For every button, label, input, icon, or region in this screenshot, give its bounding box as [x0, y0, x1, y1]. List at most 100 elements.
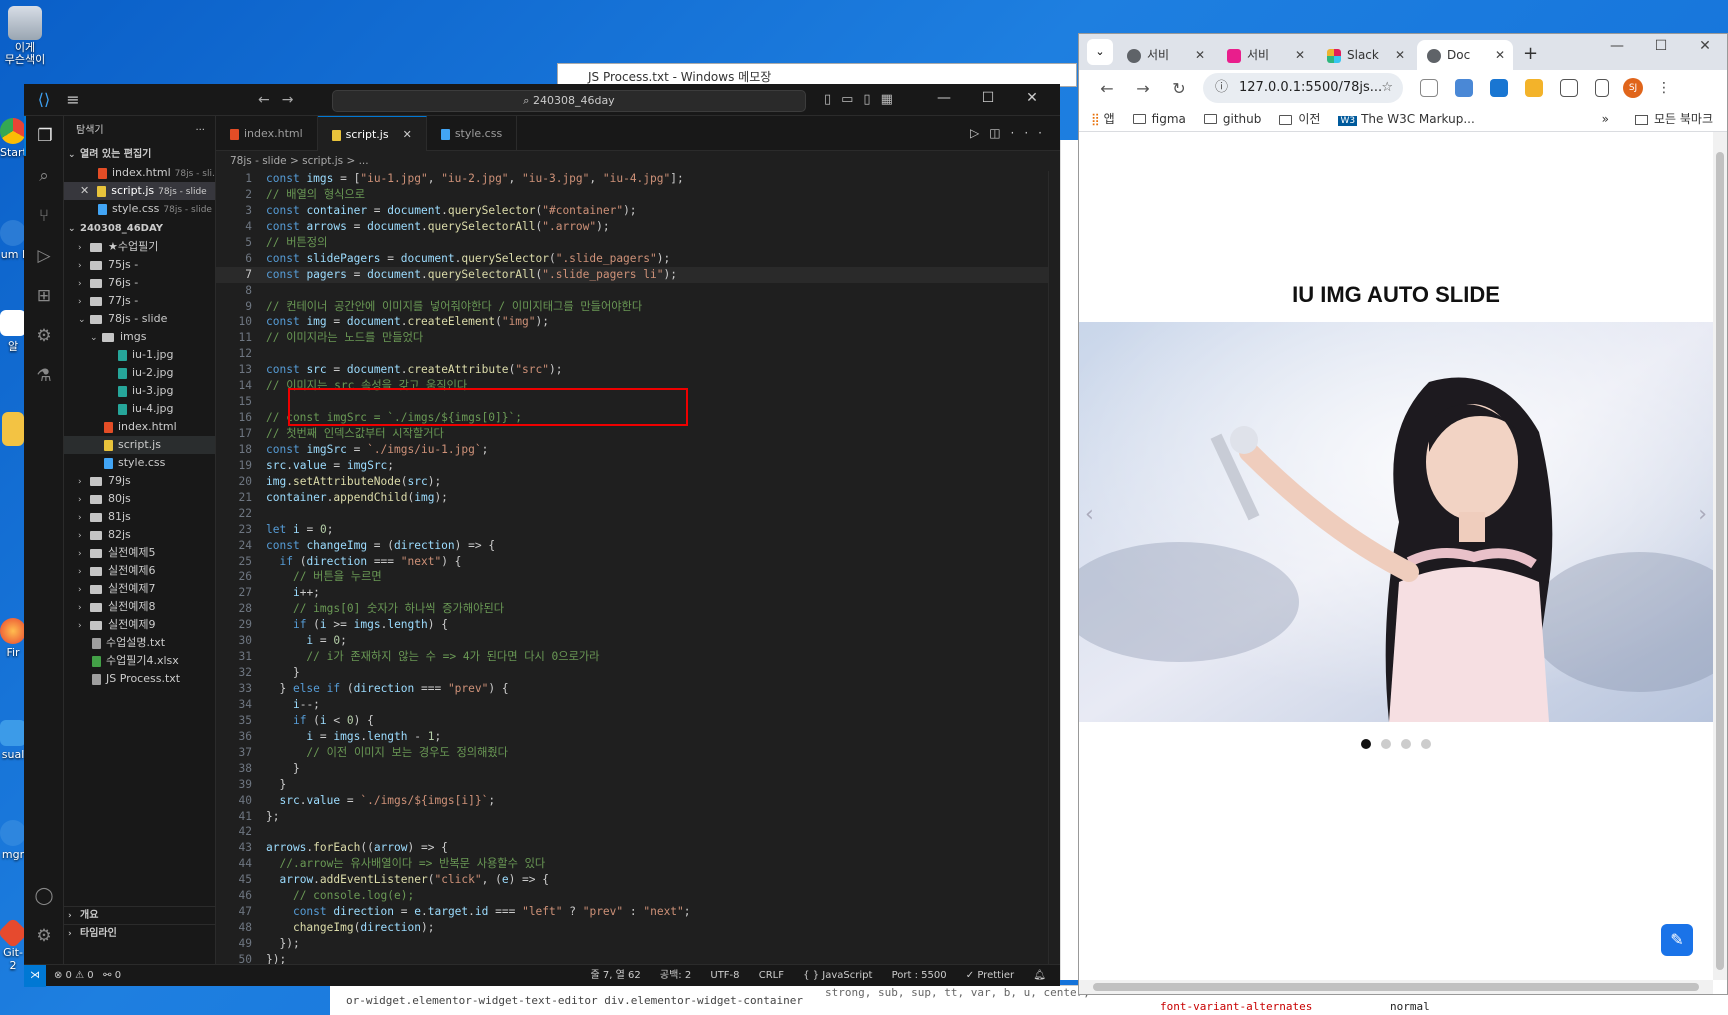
tree-folder[interactable]: › 실전예제5	[64, 544, 215, 562]
tab-close-icon[interactable]: ✕	[1295, 40, 1305, 70]
back-arrow-icon[interactable]: ←	[258, 92, 270, 108]
tree-folder[interactable]: › 실전예제8	[64, 598, 215, 616]
back-icon[interactable]: ←	[1089, 79, 1125, 98]
extension-icon[interactable]	[1420, 79, 1438, 97]
extensions-icon[interactable]: ⊞	[24, 276, 64, 316]
chevron-double-right-icon[interactable]: »	[1602, 112, 1609, 126]
split-editor-icon[interactable]: ◫	[989, 126, 1010, 140]
open-editor-item[interactable]: style.css 78js - slide	[64, 200, 215, 218]
vscode-window[interactable]: ⟨⟩ ≡ ← → ⌕ 240308_46day ▯▭▯▦ — ☐ ✕ ❐ ⌕ ⑂ ▷ …	[24, 84, 1060, 987]
code-line[interactable]: 43 arrows.forEach((arrow) => {	[216, 840, 1048, 856]
close-icon[interactable]: ✕	[1683, 38, 1727, 54]
maximize-icon[interactable]: ☐	[966, 90, 1010, 106]
remote-indicator-icon[interactable]: ⋊	[24, 965, 46, 987]
language-mode[interactable]: { } JavaScript	[803, 970, 872, 981]
code-line[interactable]: 8	[216, 283, 1048, 299]
code-line[interactable]: 27 i++;	[216, 585, 1048, 601]
tree-folder[interactable]: › 실전예제6	[64, 562, 215, 580]
code-line[interactable]: 34 i--;	[216, 697, 1048, 713]
tab-index-html[interactable]: index.html	[216, 116, 318, 151]
tree-file[interactable]: script.js	[64, 436, 215, 454]
tree-file[interactable]: 수업필기4.xlsx	[64, 652, 215, 670]
code-line[interactable]: 12	[216, 346, 1048, 362]
tree-file[interactable]: 수업설명.txt	[64, 634, 215, 652]
tree-folder[interactable]: ⌄ imgs	[64, 328, 215, 346]
code-line[interactable]: 31 // i가 존재하지 않는 수 => 4가 된다면 다시 0으로가라	[216, 649, 1048, 665]
command-center-search[interactable]: ⌕ 240308_46day	[332, 90, 806, 112]
tree-file[interactable]: index.html	[64, 418, 215, 436]
chrome-window[interactable]: ⌄ 서비 ✕ 서비 ✕ Slack ✕ Doc ✕ + — ☐ ✕ ← → ↻ ⓘ 127.…	[1078, 33, 1728, 995]
more-icon[interactable]: ···	[1011, 126, 1052, 140]
code-line[interactable]: 42	[216, 824, 1048, 840]
code-line[interactable]: 29 if (i >= imgs.length) {	[216, 617, 1048, 633]
maximize-icon[interactable]: ☐	[1639, 38, 1683, 54]
extension-icon[interactable]	[1525, 79, 1543, 97]
outline-header[interactable]: › 개요	[64, 906, 215, 924]
code-line[interactable]: 3 const container = document.querySelecto…	[216, 203, 1048, 219]
open-editor-item[interactable]: ✕ script.js 78js - slide	[64, 182, 215, 200]
tab-close-icon[interactable]: ✕	[1495, 40, 1505, 70]
code-line[interactable]: 19 src.value = imgSrc;	[216, 458, 1048, 474]
tree-folder[interactable]: › 81js	[64, 508, 215, 526]
tree-folder[interactable]: › 실전예제7	[64, 580, 215, 598]
desktop-icon-recycle[interactable]: 이게 무슨색이	[0, 6, 50, 66]
desktop-icon-vs[interactable]: sual	[0, 720, 26, 761]
code-line[interactable]: 40 src.value = `./imgs/${imgs[i]}`;	[216, 793, 1048, 809]
code-line[interactable]: 26 // 버튼을 누르면	[216, 569, 1048, 585]
all-bookmarks[interactable]: » 모든 북마크	[1602, 106, 1713, 132]
close-icon[interactable]: ✕	[80, 184, 89, 197]
problems-status[interactable]: ⊗ 0 ⚠ 0	[54, 970, 94, 981]
tree-file[interactable]: JS Process.txt	[64, 670, 215, 688]
testing-icon[interactable]: ⚗	[24, 356, 64, 396]
code-line[interactable]: 38 }	[216, 761, 1048, 777]
code-line[interactable]: 20 img.setAttributeNode(src);	[216, 474, 1048, 490]
close-icon[interactable]: ✕	[1010, 90, 1054, 106]
pager-dot[interactable]	[1381, 739, 1391, 749]
desktop-icon-3[interactable]: 알	[0, 310, 26, 354]
tab-close-icon[interactable]: ✕	[403, 128, 412, 141]
code-line[interactable]: 24 const changeImg = (direction) => {	[216, 538, 1048, 554]
desktop-icon-folder[interactable]	[0, 412, 26, 448]
pager-dot[interactable]	[1421, 739, 1431, 749]
bookmark-w3c[interactable]: W3 The W3C Markup...	[1338, 112, 1475, 126]
page-horizontal-scrollbar[interactable]	[1079, 980, 1713, 994]
pager-dot[interactable]	[1401, 739, 1411, 749]
bookmark-folder[interactable]: figma	[1132, 112, 1186, 126]
next-arrow-icon[interactable]: ›	[1698, 502, 1707, 527]
code-line[interactable]: 1 const imgs = ["iu-1.jpg", "iu-2.jpg", "…	[216, 171, 1048, 187]
code-line[interactable]: 11 // 이미지라는 노드를 만들었다	[216, 330, 1048, 346]
layout-controls[interactable]: ▯▭▯▦	[824, 92, 903, 107]
desktop-icon-firefox[interactable]: Fir	[0, 618, 26, 659]
prettier-status[interactable]: ✓ Prettier	[966, 970, 1014, 981]
encoding-status[interactable]: UTF-8	[710, 970, 739, 981]
extension-icon[interactable]	[1455, 79, 1473, 97]
devtools-breadcrumb[interactable]: or-widget.elementor-widget-text-editor d…	[346, 994, 803, 1007]
workspace-header[interactable]: ⌄ 240308_46DAY	[64, 220, 215, 238]
tree-folder[interactable]: › 77js -	[64, 292, 215, 310]
reload-icon[interactable]: ↻	[1161, 79, 1197, 98]
eol-status[interactable]: CRLF	[759, 970, 784, 981]
code-line[interactable]: 17 // 첫번째 인덱스값부터 시작할거다	[216, 426, 1048, 442]
eyedropper-extension-icon[interactable]	[1490, 79, 1508, 97]
run-debug-icon[interactable]: ▷	[24, 236, 64, 276]
tree-folder[interactable]: › 82js	[64, 526, 215, 544]
code-line[interactable]: 5 // 버튼정의	[216, 235, 1048, 251]
site-info-icon[interactable]: ⓘ	[1215, 73, 1228, 103]
code-line[interactable]: 2 // 배열의 형식으로	[216, 187, 1048, 203]
code-line[interactable]: 48 changeImg(direction);	[216, 920, 1048, 936]
code-line[interactable]: 30 i = 0;	[216, 633, 1048, 649]
editor-scrollbar[interactable]	[1048, 171, 1060, 964]
code-line[interactable]: 7 const pagers = document.querySelectorAl…	[216, 266, 1048, 283]
code-line[interactable]: 22	[216, 506, 1048, 522]
code-line[interactable]: 49 });	[216, 936, 1048, 952]
tree-folder[interactable]: › 75js -	[64, 256, 215, 274]
address-bar[interactable]: ⓘ 127.0.0.1:5500/78js... ☆	[1203, 73, 1403, 103]
code-line[interactable]: 10 const img = document.createElement("im…	[216, 314, 1048, 330]
minimize-icon[interactable]: —	[1595, 38, 1639, 54]
run-icon[interactable]: ▷	[970, 126, 989, 140]
devtools-value[interactable]: normal	[1390, 1000, 1430, 1013]
tree-folder[interactable]: › 실전예제9	[64, 616, 215, 634]
puzzle-extensions-icon[interactable]	[1560, 79, 1578, 97]
desktop-icon-2[interactable]: um I	[0, 220, 26, 261]
tree-file[interactable]: iu-3.jpg	[64, 382, 215, 400]
